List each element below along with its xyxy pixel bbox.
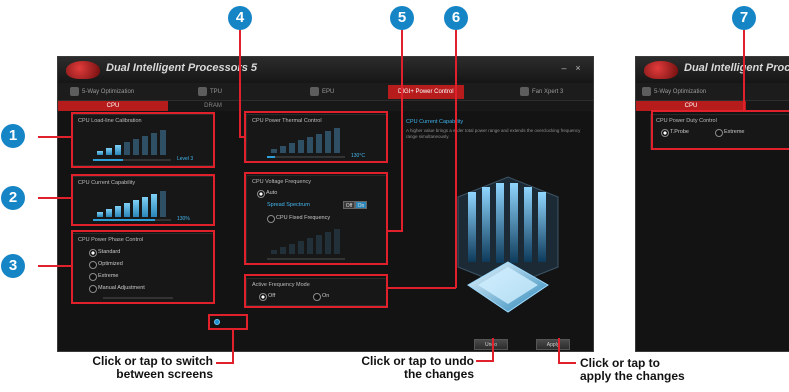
leader-line-switch: [232, 330, 234, 364]
description-body: A higher value brings a wider total powe…: [406, 128, 581, 139]
callout-4: 4: [228, 6, 252, 30]
leader-line-undo-b: [476, 360, 494, 362]
leader-line-5b: [388, 230, 402, 232]
leader-line-apply-b: [558, 362, 576, 364]
nav-epu[interactable]: EPU: [310, 85, 334, 99]
highlight-box-5: [244, 172, 388, 265]
tpu-icon: [198, 87, 207, 96]
callout-5: 5: [390, 6, 414, 30]
nav-label: 5-Way Optimization: [654, 89, 707, 95]
feature-nav: 5-Way Optimization TPU EPU DIGI+ Power C…: [58, 83, 593, 101]
rog-logo-icon: [644, 61, 678, 79]
leader-line-6: [455, 30, 457, 288]
callout-7: 7: [732, 6, 756, 30]
nav-5way-optimization[interactable]: 5-Way Optimization: [70, 85, 134, 99]
highlight-box-2: [71, 174, 215, 226]
dip5-window-duty-control: Dual Intelligent Processors 5 5-Way Opti…: [635, 56, 789, 352]
tab-cpu[interactable]: CPU: [58, 101, 168, 111]
title-bar: Dual Intelligent Processors 5: [636, 57, 789, 83]
title-bar: Dual Intelligent Processors 5 – ×: [58, 57, 593, 83]
tab-dram[interactable]: DRAM: [168, 101, 258, 111]
leader-line-undo: [492, 338, 494, 362]
leader-line-7: [743, 30, 745, 112]
leader-line-4b: [239, 136, 246, 138]
window-title: Dual Intelligent Processors 5: [684, 62, 789, 74]
leader-line-5: [401, 30, 403, 232]
nav-label: 5-Way Optimization: [82, 89, 135, 95]
highlight-box-switch: [208, 314, 248, 330]
leader-line-2: [38, 197, 71, 199]
highlight-box-6: [244, 274, 388, 308]
leader-line-1: [38, 136, 71, 138]
nav-fan-xpert[interactable]: Fan Xpert 3: [520, 85, 563, 99]
nav-label: EPU: [322, 89, 335, 95]
caption-apply: Click or tap to apply the changes: [580, 356, 685, 383]
rog-logo-icon: [66, 61, 100, 79]
leader-line-4: [239, 30, 241, 138]
highlight-box-7: [651, 110, 789, 150]
nav-label: Fan Xpert 3: [532, 89, 564, 95]
callout-2: 2: [1, 186, 25, 210]
undo-button[interactable]: Undo: [474, 339, 508, 350]
nav-5way-optimization[interactable]: 5-Way Optimization: [642, 85, 706, 99]
leader-line-apply: [558, 338, 560, 364]
nav-digi-power-control[interactable]: DIGI+ Power Control: [388, 85, 464, 99]
highlight-box-1: [71, 112, 215, 168]
leader-line-6b: [388, 287, 456, 289]
fan-icon: [520, 87, 529, 96]
close-icon[interactable]: ×: [573, 63, 583, 73]
callout-1: 1: [1, 124, 25, 148]
nav-label: DIGI+ Power Control: [398, 89, 454, 95]
optimization-icon: [642, 87, 651, 96]
nav-tpu[interactable]: TPU: [198, 85, 222, 99]
nav-label: TPU: [210, 89, 222, 95]
apply-button[interactable]: Apply: [536, 339, 570, 350]
sub-tabs: CPU DRAM: [58, 101, 593, 111]
feature-nav: 5-Way Optimization: [636, 83, 789, 101]
callout-3: 3: [1, 254, 25, 278]
highlight-box-4: [244, 111, 388, 163]
leader-line-3: [38, 265, 71, 267]
minimize-icon[interactable]: –: [559, 63, 569, 73]
epu-icon: [310, 87, 319, 96]
optimization-icon: [70, 87, 79, 96]
cpu-power-illustration: [457, 176, 559, 313]
caption-undo: Click or tap to undo the changes: [361, 354, 474, 381]
leader-line-switch-b: [216, 362, 234, 364]
window-title: Dual Intelligent Processors 5: [106, 62, 257, 74]
highlight-box-3: [71, 230, 215, 304]
callout-6: 6: [444, 6, 468, 30]
caption-switch-screens: Click or tap to switch between screens: [92, 354, 213, 381]
